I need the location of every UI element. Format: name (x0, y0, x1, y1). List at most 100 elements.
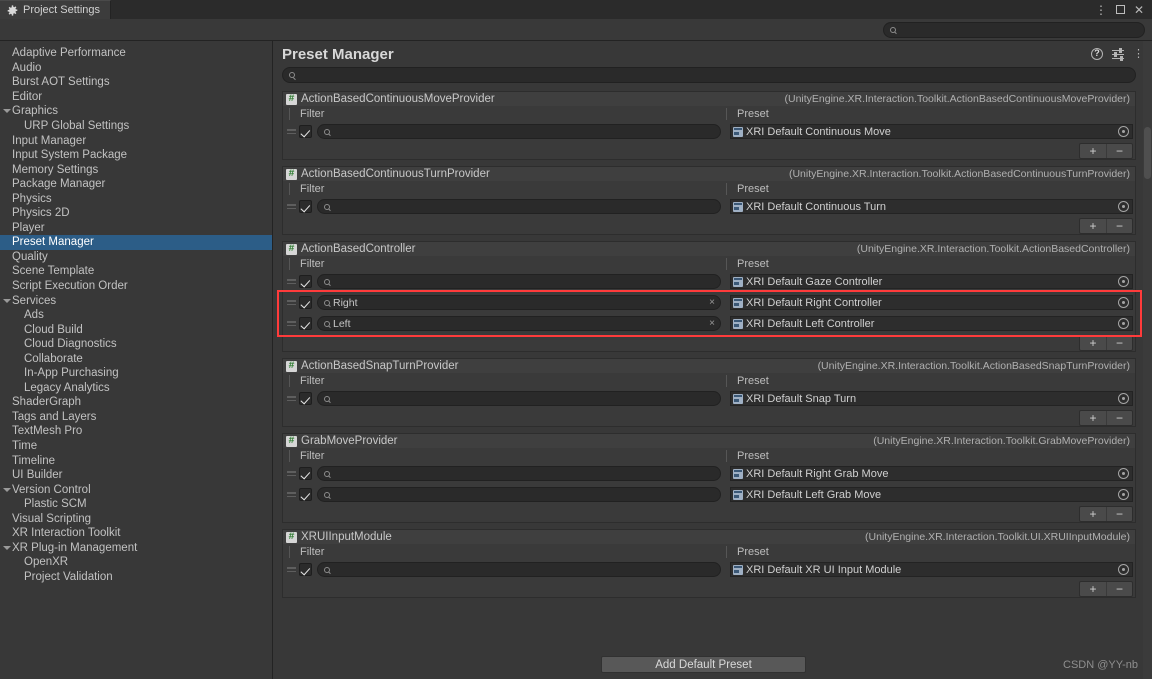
sidebar-item-cloud-build[interactable]: Cloud Build (0, 322, 272, 337)
sidebar-item-ads[interactable]: Ads (0, 308, 272, 323)
row-enabled-checkbox[interactable] (299, 467, 312, 480)
preset-object-field[interactable]: XRI Default Snap Turn (730, 391, 1133, 406)
object-picker-icon[interactable] (1118, 393, 1129, 404)
preset-rule-row[interactable]: XRI Default Right Grab Move (283, 463, 1135, 484)
sidebar-item-plastic-scm[interactable]: Plastic SCM (0, 497, 272, 512)
sidebar-item-legacy-analytics[interactable]: Legacy Analytics (0, 381, 272, 396)
sidebar-item-xr-interaction-toolkit[interactable]: XR Interaction Toolkit (0, 526, 272, 541)
chevron-down-icon[interactable] (3, 545, 11, 550)
global-search-input[interactable] (883, 21, 1145, 38)
add-row-button[interactable]: + (1080, 582, 1106, 596)
object-picker-icon[interactable] (1118, 468, 1129, 479)
sidebar-item-collaborate[interactable]: Collaborate (0, 351, 272, 366)
filter-input[interactable] (317, 274, 721, 289)
filter-input[interactable] (317, 391, 721, 406)
settings-sliders-icon[interactable] (1112, 48, 1124, 61)
sidebar-item-physics-2d[interactable]: Physics 2D (0, 206, 272, 221)
row-enabled-checkbox[interactable] (299, 563, 312, 576)
object-picker-icon[interactable] (1118, 489, 1129, 500)
sidebar-item-services[interactable]: Services (0, 293, 272, 308)
object-picker-icon[interactable] (1118, 276, 1129, 287)
preset-object-field[interactable]: XRI Default XR UI Input Module (730, 562, 1133, 577)
object-picker-icon[interactable] (1118, 126, 1129, 137)
filter-input[interactable] (317, 487, 721, 502)
drag-handle-icon[interactable] (286, 471, 297, 476)
sidebar-item-urp-global-settings[interactable]: URP Global Settings (0, 119, 272, 134)
filter-input[interactable] (317, 199, 721, 214)
remove-row-button[interactable]: − (1106, 581, 1132, 596)
preset-object-field[interactable]: XRI Default Right Grab Move (730, 466, 1133, 481)
object-picker-icon[interactable] (1118, 564, 1129, 575)
settings-sidebar[interactable]: Adaptive Performance Audio Burst AOT Setti… (0, 41, 273, 679)
sidebar-item-project-validation[interactable]: Project Validation (0, 570, 272, 585)
drag-handle-icon[interactable] (286, 321, 297, 326)
sidebar-item-script-execution-order[interactable]: Script Execution Order (0, 279, 272, 294)
preset-object-field[interactable]: XRI Default Continuous Turn (730, 199, 1133, 214)
remove-row-button[interactable]: − (1106, 410, 1132, 425)
sidebar-item-openxr[interactable]: OpenXR (0, 555, 272, 570)
sidebar-item-ui-builder[interactable]: UI Builder (0, 468, 272, 483)
sidebar-item-textmesh-pro[interactable]: TextMesh Pro (0, 424, 272, 439)
row-enabled-checkbox[interactable] (299, 392, 312, 405)
sidebar-item-scene-template[interactable]: Scene Template (0, 264, 272, 279)
sidebar-item-version-control[interactable]: Version Control (0, 482, 272, 497)
close-icon[interactable]: ✕ (1134, 4, 1144, 16)
window-menu-icon[interactable]: ⋮ (1095, 4, 1107, 16)
filter-input[interactable]: Left × (317, 316, 721, 331)
row-enabled-checkbox[interactable] (299, 125, 312, 138)
row-enabled-checkbox[interactable] (299, 296, 312, 309)
help-icon[interactable]: ? (1091, 48, 1103, 60)
preset-rule-row[interactable]: XRI Default Left Grab Move (283, 484, 1135, 505)
object-picker-icon[interactable] (1118, 201, 1129, 212)
drag-handle-icon[interactable] (286, 492, 297, 497)
sidebar-item-quality[interactable]: Quality (0, 250, 272, 265)
sidebar-item-timeline[interactable]: Timeline (0, 453, 272, 468)
remove-row-button[interactable]: − (1106, 143, 1132, 158)
chevron-down-icon[interactable] (3, 487, 11, 492)
sidebar-item-input-system-package[interactable]: Input System Package (0, 148, 272, 163)
preset-object-field[interactable]: XRI Default Right Controller (730, 295, 1133, 310)
preset-rule-row[interactable]: XRI Default Continuous Turn (283, 196, 1135, 217)
clear-filter-icon[interactable]: × (709, 318, 715, 329)
sidebar-item-in-app-purchasing[interactable]: In-App Purchasing (0, 366, 272, 381)
filter-input[interactable] (317, 562, 721, 577)
preset-rule-row[interactable]: XRI Default Continuous Move (283, 121, 1135, 142)
add-row-button[interactable]: + (1080, 144, 1106, 158)
sidebar-item-time[interactable]: Time (0, 439, 272, 454)
preset-rule-row[interactable]: XRI Default Snap Turn (283, 388, 1135, 409)
add-row-button[interactable]: + (1080, 507, 1106, 521)
remove-row-button[interactable]: − (1106, 335, 1132, 350)
preset-rule-row[interactable]: XRI Default XR UI Input Module (283, 559, 1135, 580)
sidebar-item-input-manager[interactable]: Input Manager (0, 133, 272, 148)
row-enabled-checkbox[interactable] (299, 200, 312, 213)
add-row-button[interactable]: + (1080, 219, 1106, 233)
sidebar-item-shadergraph[interactable]: ShaderGraph (0, 395, 272, 410)
row-enabled-checkbox[interactable] (299, 488, 312, 501)
sidebar-item-tags-and-layers[interactable]: Tags and Layers (0, 410, 272, 425)
tab-project-settings[interactable]: Project Settings (0, 0, 112, 19)
drag-handle-icon[interactable] (286, 396, 297, 401)
preset-search-input[interactable] (282, 67, 1136, 83)
drag-handle-icon[interactable] (286, 300, 297, 305)
row-enabled-checkbox[interactable] (299, 275, 312, 288)
preset-object-field[interactable]: XRI Default Left Grab Move (730, 487, 1133, 502)
remove-row-button[interactable]: − (1106, 218, 1132, 233)
vertical-scrollbar[interactable] (1143, 41, 1152, 679)
sidebar-item-graphics[interactable]: Graphics (0, 104, 272, 119)
drag-handle-icon[interactable] (286, 279, 297, 284)
filter-input[interactable] (317, 466, 721, 481)
preset-object-field[interactable]: XRI Default Gaze Controller (730, 274, 1133, 289)
add-default-preset-button[interactable]: Add Default Preset (601, 656, 806, 673)
sidebar-item-visual-scripting[interactable]: Visual Scripting (0, 512, 272, 527)
sidebar-item-audio[interactable]: Audio (0, 61, 272, 76)
sidebar-item-adaptive-performance[interactable]: Adaptive Performance (0, 46, 272, 61)
clear-filter-icon[interactable]: × (709, 297, 715, 308)
sidebar-item-cloud-diagnostics[interactable]: Cloud Diagnostics (0, 337, 272, 352)
row-enabled-checkbox[interactable] (299, 317, 312, 330)
preset-groups-scroll-area[interactable]: # ActionBasedContinuousMoveProvider (Unity… (273, 87, 1152, 650)
sidebar-item-memory-settings[interactable]: Memory Settings (0, 162, 272, 177)
drag-handle-icon[interactable] (286, 204, 297, 209)
sidebar-item-preset-manager[interactable]: Preset Manager (0, 235, 272, 250)
drag-handle-icon[interactable] (286, 567, 297, 572)
preset-rule-row[interactable]: Right × XRI Default Right Controller (283, 292, 1135, 313)
